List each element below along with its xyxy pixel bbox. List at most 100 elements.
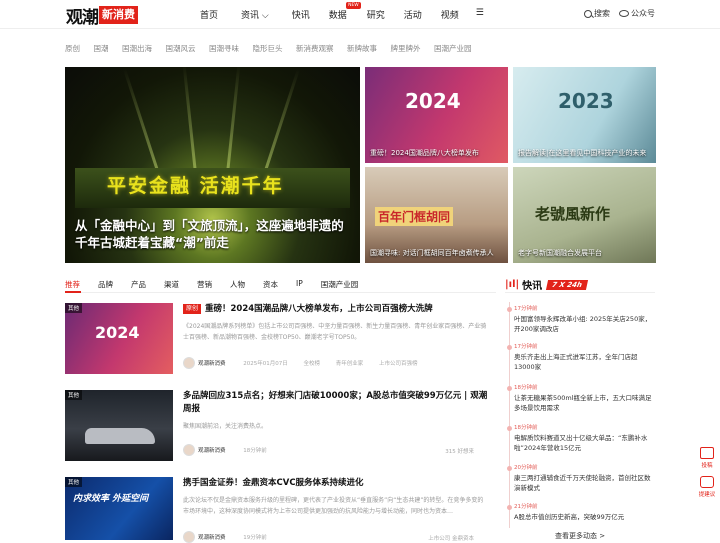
nav-research[interactable]: 研究 [367, 8, 385, 21]
car-image [85, 428, 155, 444]
feature-tile[interactable]: 老號風新作 老字号新国潮融合发展平台 [513, 167, 656, 263]
flash-news-time: 20分钟前 [514, 465, 538, 471]
nav-flash[interactable]: 快讯 [292, 8, 310, 21]
flash-news-item[interactable]: 20分钟前 康三两打通辅食近千万天使轮融资，首创社区数演新模式 [507, 464, 654, 493]
thumbnail-tag: 其他 [65, 303, 83, 313]
tab-marketing[interactable]: 营销 [197, 279, 212, 290]
author-name[interactable]: 观潮新消费 [198, 361, 226, 367]
subnav-item[interactable]: 国潮寻味 [209, 43, 239, 54]
article-title[interactable]: 原创 重磅！2024国潮品牌八大榜单发布，上市公司百强榜大洗牌 [183, 303, 488, 316]
sub-nav: 原创 国潮 国潮出海 国潮风云 国潮寻味 隐形巨头 新消费观察 新牌故事 牌里牌… [65, 43, 485, 54]
subnav-item[interactable]: 国潮 [94, 43, 109, 54]
submit-label: 投稿 [701, 463, 713, 469]
wechat-button[interactable]: 公众号 [619, 8, 655, 19]
flash-news-time: 18分钟前 [514, 385, 538, 391]
submit-article-button[interactable]: 投稿 [696, 447, 718, 469]
subnav-item[interactable]: 原创 [65, 43, 80, 54]
flash-news-item[interactable]: 21分钟前 A股总市值创历史新高，突破99万亿元 [507, 503, 654, 522]
flash-news-item[interactable]: 18分钟前 让茶无糖果茶500ml瓶全新上市，五大口味满足多场景饮用需求 [507, 384, 654, 413]
article-meta: 观潮新消费 19分钟前 上市公司 金鼎资本 [183, 531, 488, 543]
article-title-text: 重磅！2024国潮品牌八大榜单发布，上市公司百强榜大洗牌 [205, 304, 433, 314]
tab-capital[interactable]: 资本 [263, 279, 278, 290]
article-tags[interactable]: 315 好想来 [445, 447, 474, 455]
flash-news-text: 奥乐齐走出上海正式进军江苏，全年门店超13000家 [514, 353, 638, 371]
tab-industrial-park[interactable]: 国潮产业园 [321, 279, 359, 290]
feature-tile[interactable]: 百年门框胡同 国潮寻味: 对话门框胡同百年卤煮传承人 [365, 167, 508, 263]
author-name[interactable]: 观潮新消费 [198, 448, 226, 454]
subnav-item[interactable]: 新消费观察 [296, 43, 334, 54]
wall-projection-text: 平安金融 活潮千年 [107, 175, 284, 197]
tab-divider [65, 292, 496, 293]
article-thumbnail[interactable]: 其他 2024 [65, 303, 173, 374]
subnav-item[interactable]: 牌里牌外 [391, 43, 421, 54]
subnav-item[interactable]: 新牌故事 [347, 43, 377, 54]
nav-home[interactable]: 首页 [200, 8, 218, 21]
nav-data-label: 数据 [328, 11, 347, 21]
flash-news-title: 快讯 [522, 281, 543, 292]
nav-events[interactable]: 活动 [404, 8, 422, 21]
flash-news-time: 21分钟前 [514, 504, 538, 510]
feature-tile[interactable]: 2024 重磅！2024国潮品牌八大榜单发布 [365, 67, 508, 163]
tab-product[interactable]: 产品 [131, 279, 146, 290]
article-label[interactable]: 上市公司百强榜 [379, 361, 418, 367]
subnav-item[interactable]: 国潮风云 [166, 43, 196, 54]
nav-news[interactable]: 资讯 ⌵ [241, 8, 269, 21]
tile-caption: 国潮寻味: 对话门框胡同百年卤煮传承人 [370, 249, 494, 257]
wechat-icon [619, 10, 629, 17]
site-logo[interactable]: 观潮 新消费 [66, 4, 138, 28]
tab-brand[interactable]: 品牌 [98, 279, 113, 290]
search-button[interactable]: 搜索 [584, 8, 610, 19]
tab-people[interactable]: 人物 [230, 279, 245, 290]
flash-news-item[interactable]: 17分钟前 奥乐齐走出上海正式进军江苏，全年门店超13000家 [507, 343, 654, 372]
article-thumbnail[interactable]: 其他 [65, 390, 173, 461]
author-avatar [183, 444, 195, 456]
subnav-item[interactable]: 国潮产业园 [434, 43, 472, 54]
article-date: 18分钟前 [243, 448, 267, 454]
author-avatar [183, 357, 195, 369]
flash-news-item[interactable]: 17分钟前 叶国富领导永辉改革小组: 2025年关店250家，开200家调改店 [507, 305, 654, 334]
author-name[interactable]: 观潮新消费 [198, 535, 226, 541]
top-header: 观潮 新消费 首页 资讯 ⌵ 快讯 数据 NEW 研究 活动 视频 ☰ 搜索 公众… [0, 0, 720, 29]
article-meta: 观潮新消费 18分钟前 315 好想来 [183, 444, 488, 456]
original-badge: 原创 [183, 304, 202, 314]
active-tab-indicator [65, 291, 81, 293]
flash-news-badge: 7 X 24h [546, 279, 589, 290]
flash-news-item[interactable]: 18分钟前 电解质饮料赛道又出十亿级大单品：“东鹏补水啦”2024年营收15亿元 [507, 424, 654, 453]
article-title[interactable]: 多品牌回应315点名；好想来门店破10000家；A股总市值突破99万亿元 | 观… [183, 390, 488, 416]
thumbnail-tag: 其他 [65, 477, 83, 487]
article-label[interactable]: 全校榜 [304, 361, 321, 367]
flash-news-divider [505, 292, 655, 293]
article-summary: 《2024国潮品牌系列榜单》包括上市公司百强榜、中坚力量百强榜、新生力量百强榜、… [183, 323, 487, 341]
article-label[interactable]: 青年创业家 [336, 361, 364, 367]
tile-caption: 老字号新国潮融合发展平台 [518, 249, 602, 257]
feature-tile[interactable]: 2023 报告解读|在这里看见中国科技产业的未来 [513, 67, 656, 163]
tab-ip[interactable]: IP [296, 279, 303, 290]
flash-news-header: |ıl| 快讯 7 X 24h [505, 277, 589, 292]
article-tags[interactable]: 上市公司 金鼎资本 [428, 534, 474, 542]
article-thumbnail[interactable]: 其他 内求效率 外延空间 [65, 477, 173, 540]
feedback-button[interactable]: 提建议 [696, 476, 718, 498]
flash-news-text: 叶国富领导永辉改革小组: 2025年关店250家，开200家调改店 [514, 315, 652, 333]
tile-graphic-text: 百年门框胡同 [375, 207, 454, 226]
nav-video[interactable]: 视频 [441, 8, 459, 21]
search-label: 搜索 [594, 9, 610, 18]
article-summary: 此次论坛不仅是金鼎资本服务升级的里程碑，更代表了产业投资从“垂直服务”向“生态共… [183, 497, 484, 515]
subnav-item[interactable]: 隐形巨头 [253, 43, 283, 54]
chevron-down-icon: ⌵ [259, 11, 269, 21]
article-summary: 聚焦国潮前沿，关注消费热点。 [183, 423, 268, 430]
author-avatar [183, 531, 195, 543]
category-tabs: 推荐 品牌 产品 渠道 营销 人物 资本 IP 国潮产业园 [65, 279, 376, 290]
new-badge: NEW [346, 2, 361, 9]
nav-data[interactable]: 数据 NEW [328, 2, 361, 21]
thumbnail-graphic-text: 内求效率 外延空间 [73, 494, 149, 504]
article-title[interactable]: 携手国金证券！金鼎资本CVC服务体系持续进化 [183, 477, 488, 490]
tab-recommend[interactable]: 推荐 [65, 279, 80, 290]
flash-news-text: 让茶无糖果茶500ml瓶全新上市，五大口味满足多场景饮用需求 [514, 394, 652, 412]
thumbnail-graphic-text: 2024 [95, 323, 140, 342]
hero-banner[interactable]: 平安金融 活潮千年 从「金融中心」到「文旅顶流」，这座遍地非遗的千年古城赶着宝藏… [65, 67, 360, 263]
menu-icon[interactable]: ☰ [476, 8, 484, 21]
subnav-item[interactable]: 国潮出海 [122, 43, 152, 54]
tab-channel[interactable]: 渠道 [164, 279, 179, 290]
flash-news-time: 17分钟前 [514, 344, 538, 350]
timeline-axis [509, 302, 510, 528]
